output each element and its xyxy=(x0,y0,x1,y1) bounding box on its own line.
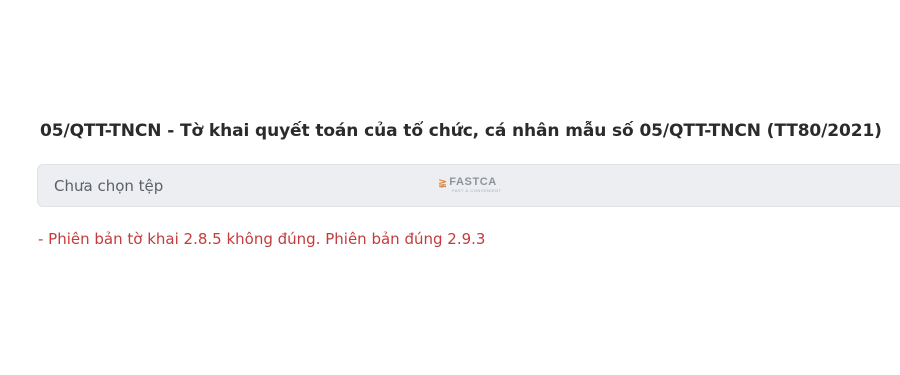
fastca-logo-icon: ≩ xyxy=(438,176,448,189)
watermark-tagline: FAST & CONVENIENT xyxy=(452,188,502,193)
version-error-message: - Phiên bản tờ khai 2.8.5 không đúng. Ph… xyxy=(38,230,486,248)
fastca-watermark: ≩ FASTCA FAST & CONVENIENT xyxy=(438,177,502,193)
file-picker[interactable]: Chưa chọn tệp ≩ FASTCA FAST & CONVENIENT xyxy=(37,164,900,207)
form-title: 05/QTT-TNCN - Tờ khai quyết toán của tổ … xyxy=(40,121,882,141)
watermark-brand: FASTCA xyxy=(449,176,497,188)
file-picker-placeholder: Chưa chọn tệp xyxy=(54,177,164,195)
